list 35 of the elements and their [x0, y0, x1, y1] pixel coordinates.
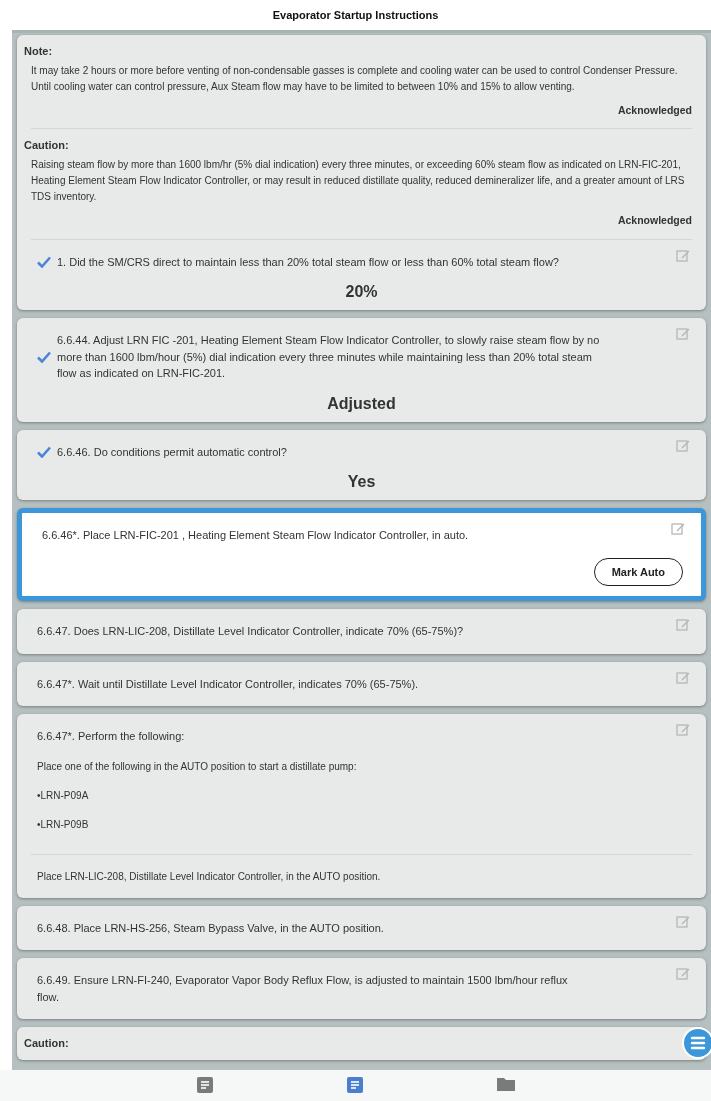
step-text: 6.6.48. Place LRN-HS-256, Steam Bypass Valve, in the AUTO position. — [37, 920, 384, 936]
step-text: 6.6.44. Adjust LRN FIC -201, Heating Element Steam Flow Indicator Controller, to slowly raise steam flow by no more than 1600 lbm/hour (5%) dial indication every three minutes while maintaining less than 20% total steam flow as indicated on LRN-FIC-201. — [57, 333, 601, 381]
edit-icon[interactable] — [676, 966, 690, 980]
answer-value: 20% — [344, 282, 379, 302]
step-text: 6.6.47. Does LRN-LIC-208, Distillate Level Indicator Controller, indicate 70% (65-75%)? — [37, 624, 464, 639]
answer-value: Adjusted — [326, 393, 397, 414]
page-title: Evaporator Startup Instructions — [272, 7, 439, 23]
detail-text: Place LRN-LIC-208, Distillate Level Indicator Controller, in the AUTO position. — [36, 869, 382, 884]
edit-icon[interactable] — [676, 437, 690, 452]
menu-icon — [690, 1036, 706, 1050]
answer-value: Yes — [346, 472, 377, 492]
edit-icon[interactable] — [676, 247, 690, 262]
step-text: 6.6.47*. Perform the following: — [37, 729, 185, 744]
acknowledged-label: Acknowledged — [616, 102, 693, 118]
step-text: 1. Did the SM/CRS direct to maintain less than 20% total steam flow or less than 60% total steam flow? — [57, 254, 559, 270]
note-text: It may take 2 hours or more before venting of non-condensable gasses is complete and cooling water can be used to control Condenser Pressure. Until cooling water can control pressure, Aux Steam flow may have to be limited to between 10% and 15% to allow venting. — [30, 63, 679, 94]
edit-icon[interactable] — [671, 521, 685, 535]
detail-text: Place one of the following in the AUTO position to start a distillate pump: — [36, 759, 358, 774]
acknowledged-label: Acknowledged — [616, 212, 693, 228]
edit-icon[interactable] — [676, 722, 690, 736]
detail-text: •LRN-P09B — [36, 817, 90, 832]
caution-heading: Caution: — [24, 1037, 69, 1049]
edit-icon[interactable] — [676, 326, 690, 340]
edit-icon[interactable] — [676, 913, 690, 928]
note-heading: Caution: — [23, 138, 70, 154]
mark-auto-button[interactable]: Mark Auto — [593, 557, 683, 586]
step-text: 6.6.47*. Wait until Distillate Level Indicator Controller, indicates 70% (65-75%). — [37, 676, 419, 692]
edit-icon[interactable] — [676, 669, 690, 684]
step-text: 6.6.46. Do conditions permit automatic control? — [57, 444, 287, 460]
note-text: Raising steam flow by more than 1600 lbm/hr (5% dial indication) every three minutes, or exceeding 60% steam flow as indicated on LRN-FIC-201, Heating Element Steam Flow Indicator Controller, or may result in reduced distillate quality, reduced demineralizer life, and a greater amount of LRS TDS inventory. — [30, 157, 686, 204]
step-text: 6.6.46*. Place LRN-FIC-201 , Heating Element Steam Flow Indicator Controller, in auto. — [42, 528, 469, 543]
edit-icon[interactable] — [676, 617, 690, 631]
step-text: 6.6.49. Ensure LRN-FI-240, Evaporator Vapor Body Reflux Flow, is adjusted to maintain 1500 lbm/hour reflux flow. — [37, 973, 569, 1005]
detail-text: •LRN-P09A — [36, 788, 90, 803]
note-heading: Note: — [23, 44, 54, 59]
